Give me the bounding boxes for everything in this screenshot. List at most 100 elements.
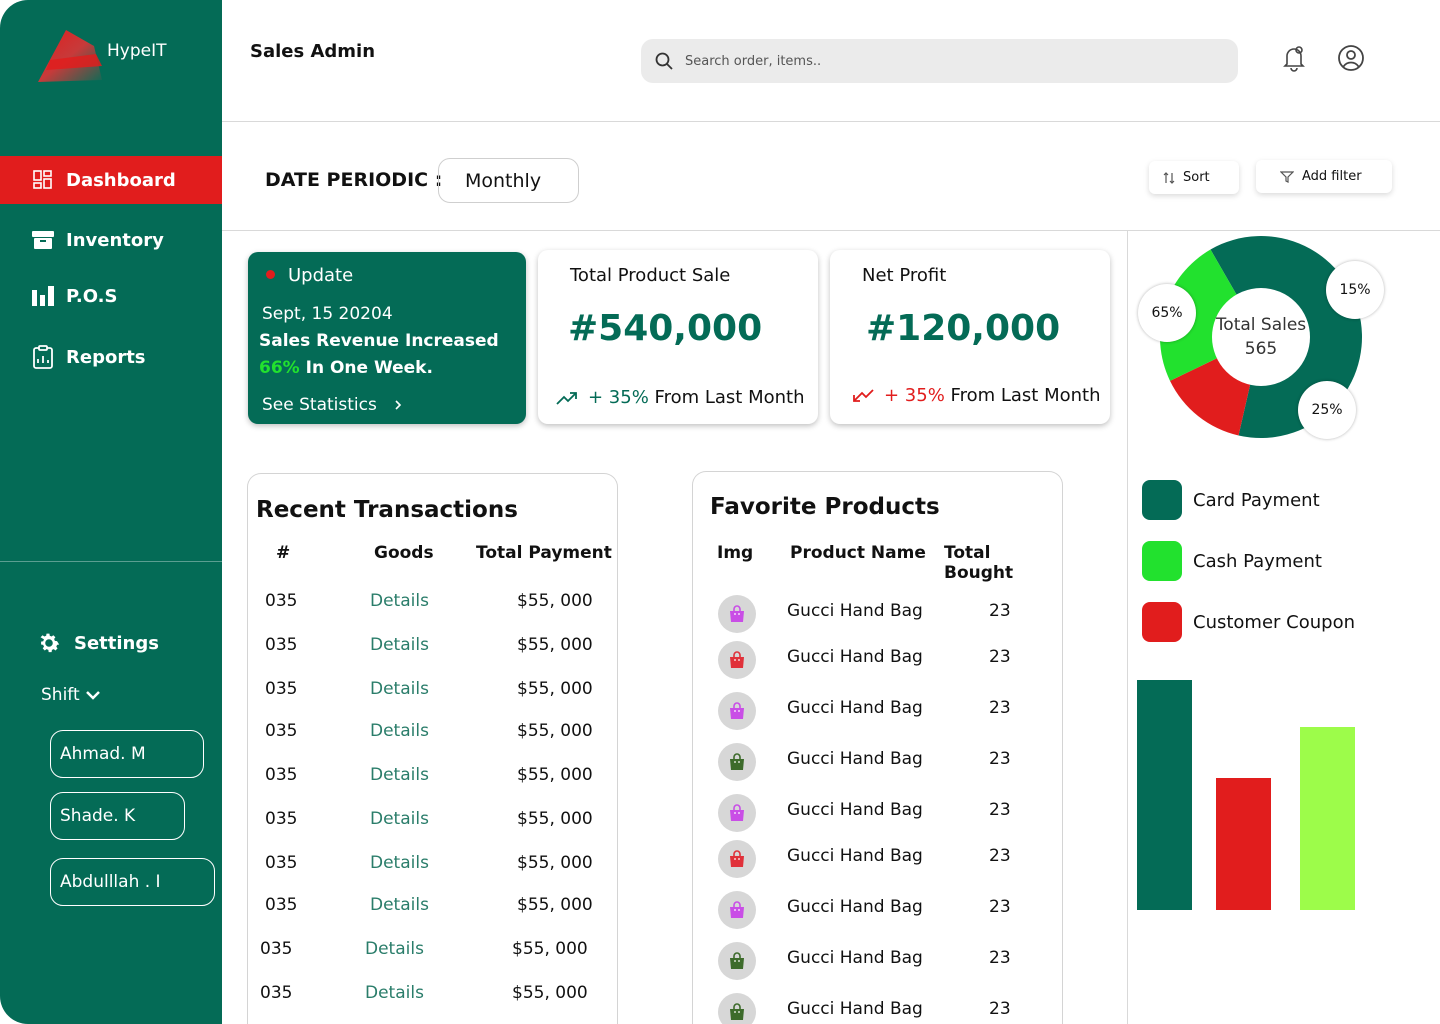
transaction-payment: $55, 000 [517,591,593,611]
column-header: Goods [374,543,434,563]
product-total-bought: 23 [989,647,1011,667]
list-item[interactable]: Gucci Hand Bag 23 [693,840,1062,878]
search-input[interactable] [685,53,1185,69]
donut-center-label: Total Sales [1215,315,1307,335]
donut-percent-label: 15% [1326,261,1384,319]
transaction-payment: $55, 000 [517,635,593,655]
bar-chart-icon [32,285,54,307]
chevron-right-icon [395,400,401,410]
details-link[interactable]: Details [370,721,429,741]
chevron-down-icon [85,691,100,700]
stat-card-net-profit: Net Profit #120,000 + 35% From Last Mont… [830,250,1110,424]
update-title: Update [288,265,354,286]
transaction-payment: $55, 000 [517,721,593,741]
legend-item-card-payment: Card Payment [1142,480,1320,520]
sidebar-item-dashboard[interactable]: Dashboard [0,156,222,204]
details-link[interactable]: Details [370,679,429,699]
details-link[interactable]: Details [370,591,429,611]
see-statistics-link[interactable]: See Statistics [262,395,402,415]
product-total-bought: 23 [989,800,1011,820]
list-item[interactable]: Gucci Hand Bag 23 [693,692,1062,730]
sidebar-item-settings[interactable]: Settings [36,630,159,656]
details-link[interactable]: Details [370,809,429,829]
list-item[interactable]: Gucci Hand Bag 23 [693,743,1062,781]
product-name: Gucci Hand Bag [787,647,923,667]
table-row: 035 Details $55, 000 [248,679,617,709]
list-item[interactable]: Gucci Hand Bag 23 [693,942,1062,980]
trend-percent: + 35% [884,385,945,406]
details-link[interactable]: Details [370,635,429,655]
stat-value: #120,000 [866,308,1061,349]
product-name: Gucci Hand Bag [787,749,923,769]
sidebar-item-pos[interactable]: P.O.S [0,272,222,320]
details-link[interactable]: Details [365,983,424,1003]
list-item[interactable]: Gucci Hand Bag 23 [693,891,1062,929]
table-row: 035 Details $55, 000 [248,895,617,925]
add-filter-label: Add filter [1302,169,1362,184]
transaction-payment: $55, 000 [517,679,593,699]
bar [1216,778,1271,910]
staff-name: Abdulllah . I [60,872,161,892]
update-date: Sept, 15 20204 [262,304,393,324]
search-bar[interactable] [641,39,1238,83]
product-name: Gucci Hand Bag [787,800,923,820]
stat-trend: + 35% From Last Month [852,385,1101,406]
staff-chip[interactable]: Abdulllah . I [50,858,215,906]
transaction-id: 035 [260,939,293,959]
trend-percent: + 35% [588,387,649,408]
product-name: Gucci Hand Bag [787,698,923,718]
details-link[interactable]: Details [370,895,429,915]
list-item[interactable]: Gucci Hand Bag 23 [693,595,1062,633]
stat-title: Net Profit [862,265,947,286]
product-name: Gucci Hand Bag [787,601,923,621]
bell-icon[interactable] [1280,44,1308,72]
table-row: 035 Details $55, 000 [248,591,617,621]
sidebar-item-label: Reports [66,346,146,368]
donut-percent-label: 25% [1298,381,1356,439]
details-link[interactable]: Details [370,853,429,873]
shift-dropdown[interactable]: Shift [41,685,100,705]
filter-divider [222,230,1440,231]
product-total-bought: 23 [989,846,1011,866]
panel-title: Recent Transactions [256,497,518,523]
stat-value: #540,000 [568,308,763,349]
add-filter-button[interactable]: Add filter [1256,160,1392,193]
header-divider [222,121,1440,122]
user-profile-icon[interactable] [1337,44,1365,72]
details-link[interactable]: Details [365,939,424,959]
table-row: 035 Details $55, 000 [248,765,617,795]
list-item[interactable]: Gucci Hand Bag 23 [693,641,1062,679]
table-row: 035 Details $55, 000 [248,983,617,1013]
sidebar-item-inventory[interactable]: Inventory [0,216,222,264]
transaction-payment: $55, 000 [512,983,588,1003]
transaction-payment: $55, 000 [517,853,593,873]
update-percent: 66% [259,358,300,378]
trend-up-icon [556,391,577,405]
donut-center: Total Sales 565 [1212,288,1310,386]
date-periodic-select[interactable]: Monthly [438,158,579,203]
bar [1300,727,1355,910]
sort-button[interactable]: Sort [1149,161,1239,194]
stat-trend: + 35% From Last Month [556,387,805,408]
staff-chip[interactable]: Shade. K [50,792,185,840]
update-message-tail: In One Week. [305,358,433,378]
product-name: Gucci Hand Bag [787,897,923,917]
handbag-icon [718,794,756,832]
transaction-id: 035 [265,809,298,829]
product-total-bought: 23 [989,601,1011,621]
staff-name: Ahmad. M [60,744,146,764]
handbag-icon [718,595,756,633]
search-icon [655,52,673,70]
staff-chip[interactable]: Ahmad. M [50,730,204,778]
list-item[interactable]: Gucci Hand Bag 23 [693,993,1062,1024]
list-item[interactable]: Gucci Hand Bag 23 [693,794,1062,832]
sidebar-item-label: Inventory [66,229,164,251]
handbag-icon [718,692,756,730]
column-header: Img [717,543,754,563]
table-row: 035 Details $55, 000 [248,853,617,883]
details-link[interactable]: Details [370,765,429,785]
handbag-icon [718,641,756,679]
sidebar-item-reports[interactable]: Reports [0,333,222,381]
product-total-bought: 23 [989,897,1011,917]
favorite-products-panel: Favorite Products Img Product Name Total… [692,471,1063,1024]
